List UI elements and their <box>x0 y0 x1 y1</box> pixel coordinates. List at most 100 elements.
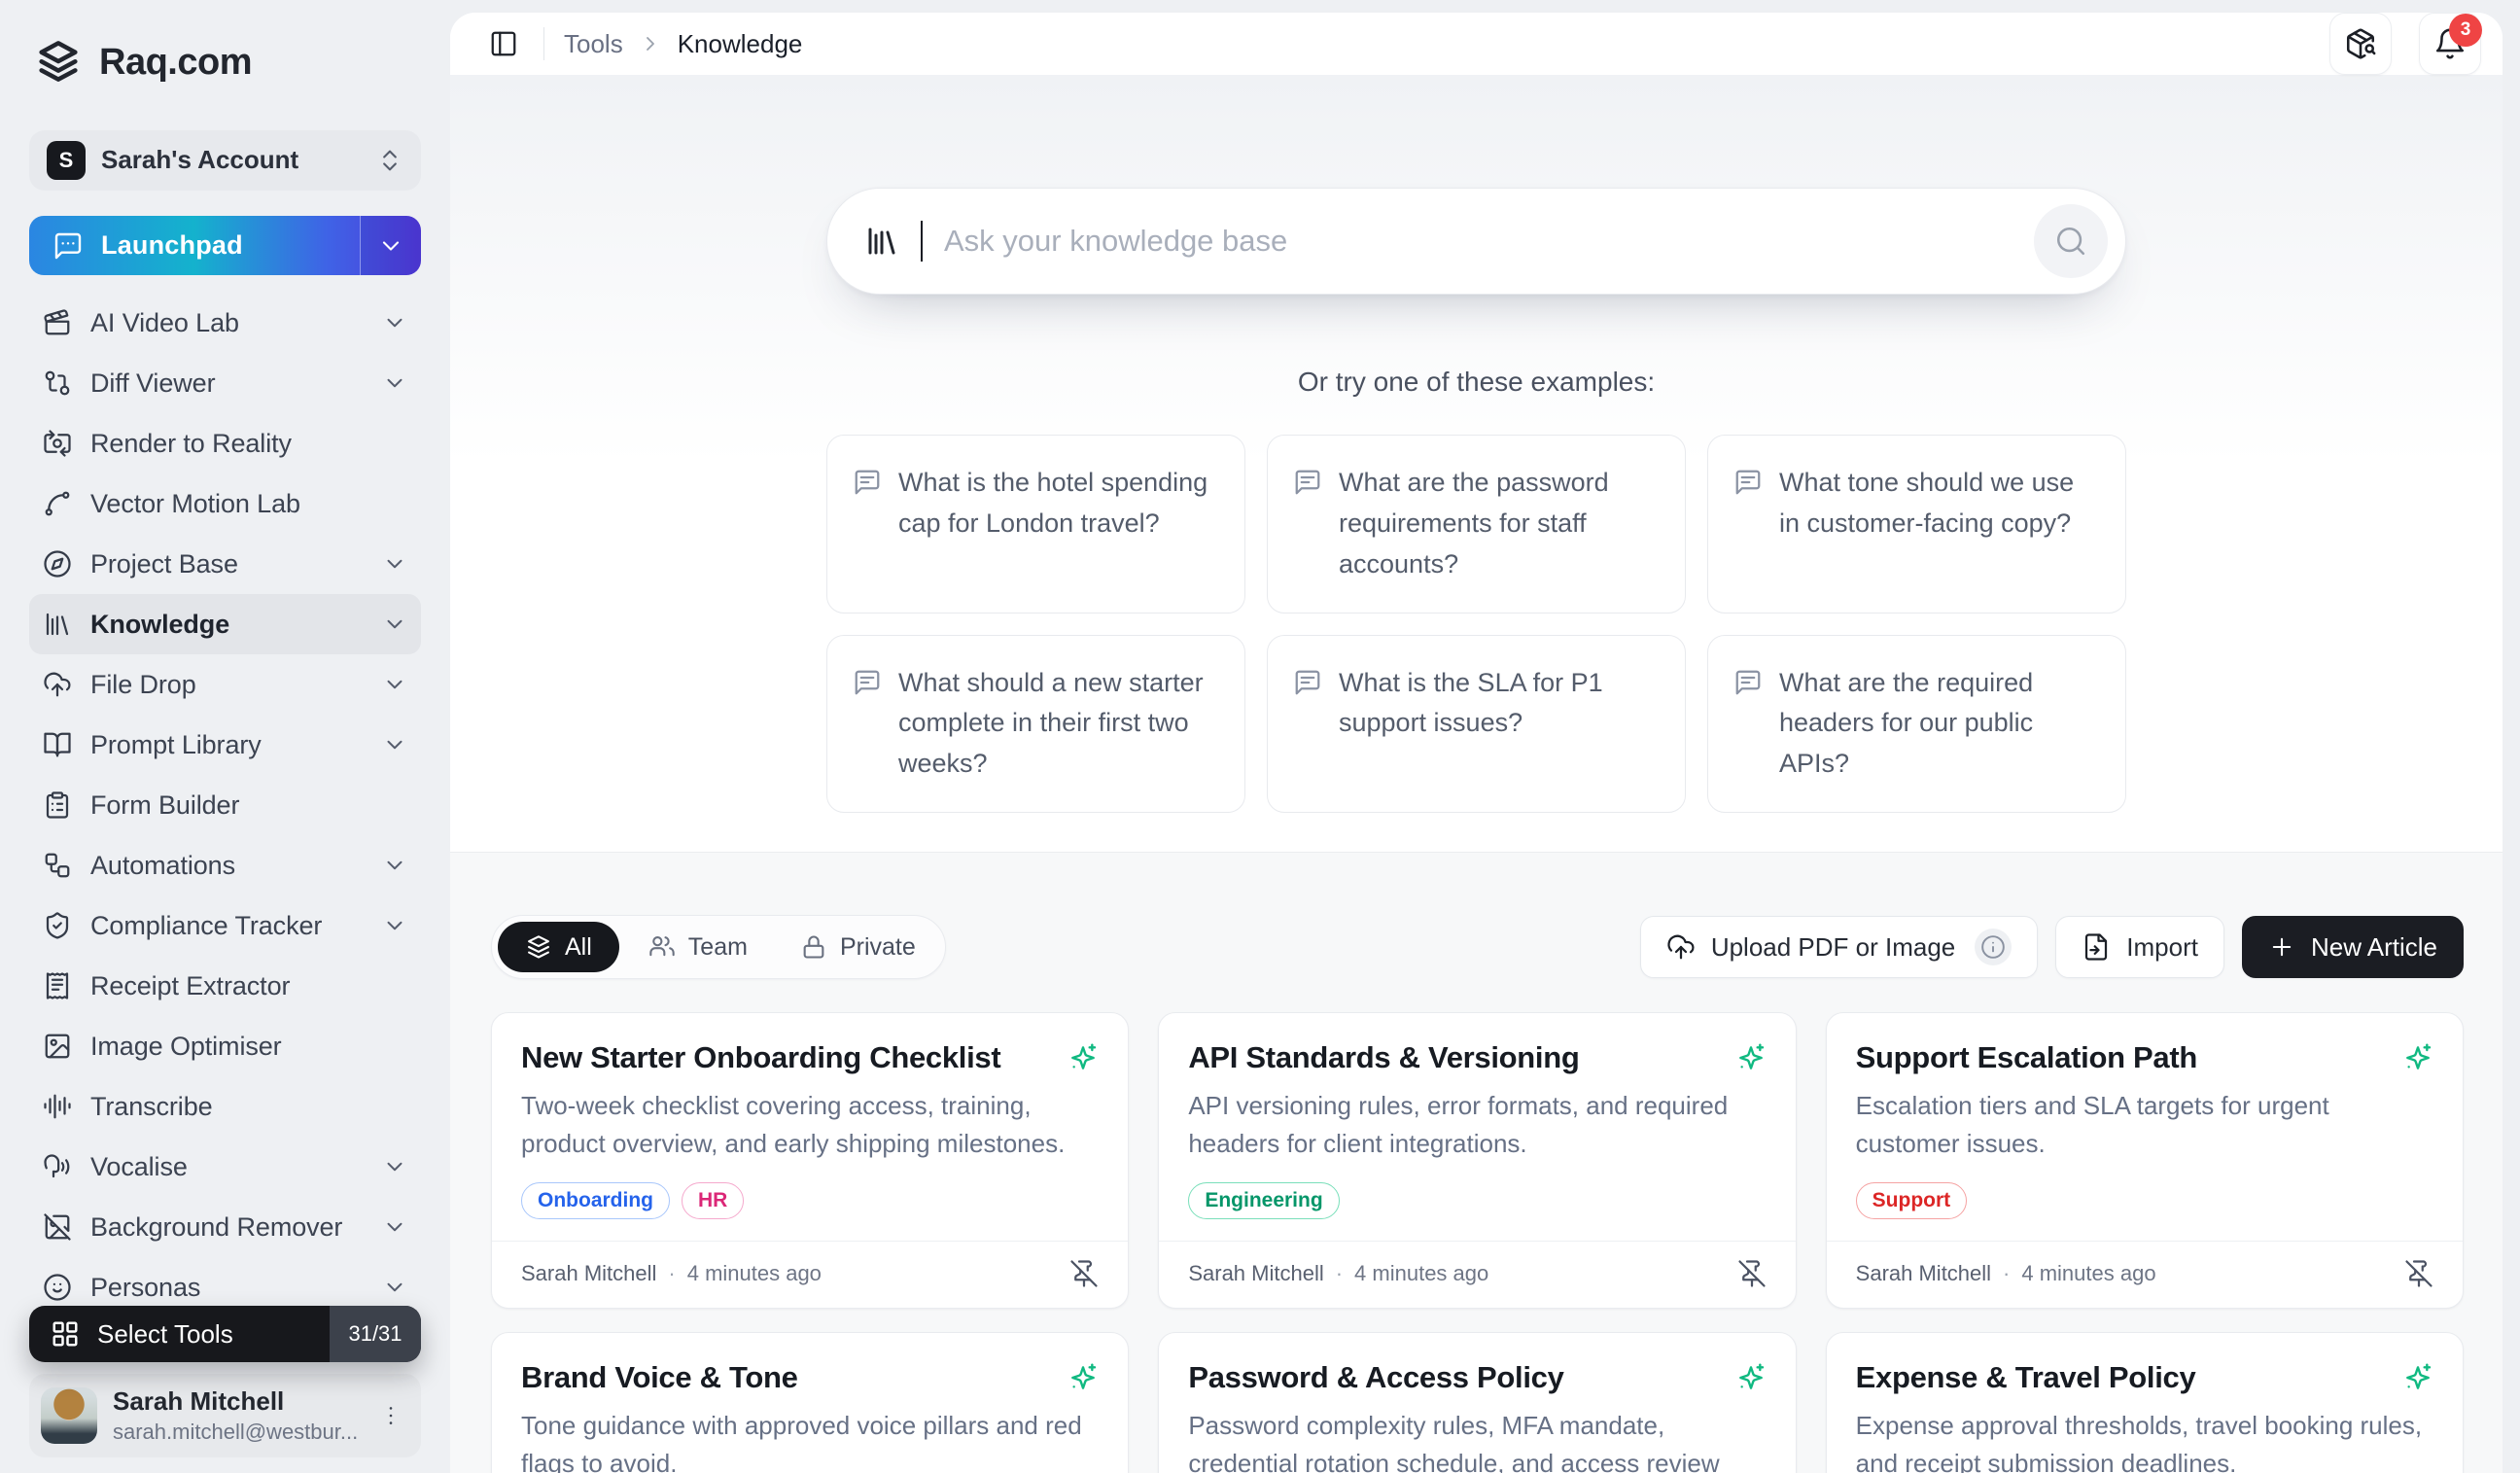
launchpad-button[interactable]: Launchpad <box>29 216 421 276</box>
cloud-upload-icon <box>43 670 72 699</box>
new-article-button[interactable]: New Article <box>2242 916 2464 978</box>
article-card[interactable]: New Starter Onboarding Checklist Two-wee… <box>491 1012 1129 1309</box>
article-author: Sarah Mitchell <box>1188 1261 1323 1286</box>
chevron-down-icon <box>382 732 407 757</box>
article-card[interactable]: Password & Access Policy Password comple… <box>1158 1332 1796 1473</box>
panel-left-icon <box>489 29 518 58</box>
example-question-card[interactable]: What is the hotel spending cap for Londo… <box>826 435 1245 614</box>
sidebar-item-automations[interactable]: Automations <box>29 835 421 895</box>
sparkles-icon[interactable] <box>1735 1362 1767 1393</box>
article-author: Sarah Mitchell <box>521 1261 656 1286</box>
sidebar-item-render-to-reality[interactable]: Render to Reality <box>29 413 421 473</box>
sidebar-item-image-optimiser[interactable]: Image Optimiser <box>29 1016 421 1076</box>
example-question-card[interactable]: What tone should we use in customer-faci… <box>1707 435 2126 614</box>
select-tools-button[interactable]: Select Tools 31/31 <box>29 1306 421 1362</box>
topbar: Tools Knowledge 3 <box>450 13 2502 75</box>
sparkles-icon[interactable] <box>1068 1042 1099 1073</box>
launchpad-expand-button[interactable] <box>361 216 421 276</box>
pin-off-icon[interactable] <box>1737 1259 1767 1288</box>
select-tools-count-badge: 31/31 <box>330 1306 421 1362</box>
clipboard-list-icon <box>43 790 72 820</box>
compass-icon <box>43 549 72 579</box>
pin-off-icon[interactable] <box>1069 1259 1099 1288</box>
example-question-card[interactable]: What are the required headers for our pu… <box>1707 635 2126 814</box>
sidebar-item-vocalise[interactable]: Vocalise <box>29 1137 421 1197</box>
article-title: Expense & Travel Policy <box>1856 1360 2196 1395</box>
tab-team[interactable]: Team <box>625 922 771 972</box>
sidebar-item-vector-motion-lab[interactable]: Vector Motion Lab <box>29 473 421 534</box>
knowledge-search-input[interactable] <box>944 224 2012 259</box>
article-description: Two-week checklist covering access, trai… <box>521 1087 1099 1163</box>
knowledge-hero: Or try one of these examples: What is th… <box>450 75 2502 852</box>
sparkles-icon[interactable] <box>1068 1362 1099 1393</box>
tag[interactable]: Onboarding <box>521 1182 670 1219</box>
main-panel: Tools Knowledge 3 <box>450 13 2502 1473</box>
sparkles-icon[interactable] <box>2402 1042 2433 1073</box>
info-icon[interactable] <box>1975 929 2012 965</box>
tab-private[interactable]: Private <box>777 922 939 972</box>
article-card[interactable]: API Standards & Versioning API versionin… <box>1158 1012 1796 1309</box>
sidebar-item-knowledge[interactable]: Knowledge <box>29 594 421 654</box>
chevron-down-icon <box>382 612 407 637</box>
app-root: Raq.com S Sarah's Account Launchpad <box>0 0 2520 1473</box>
article-title: Brand Voice & Tone <box>521 1360 798 1395</box>
tag[interactable]: HR <box>682 1182 744 1219</box>
sidebar-item-ai-video-lab[interactable]: AI Video Lab <box>29 293 421 353</box>
clapperboard-icon <box>43 308 72 337</box>
tag[interactable]: Engineering <box>1188 1182 1339 1219</box>
sparkles-icon[interactable] <box>2402 1362 2433 1393</box>
sparkles-icon[interactable] <box>1735 1042 1767 1073</box>
example-question-card[interactable]: What is the SLA for P1 support issues? <box>1267 635 1686 814</box>
user-email: sarah.mitchell@westbur... <box>113 1420 359 1445</box>
sidebar-item-file-drop[interactable]: File Drop <box>29 654 421 715</box>
example-question-card[interactable]: What are the password requirements for s… <box>1267 435 1686 614</box>
lock-icon <box>800 933 827 961</box>
import-button[interactable]: Import <box>2055 916 2224 978</box>
user-card[interactable]: Sarah Mitchell sarah.mitchell@westbur... <box>29 1374 421 1457</box>
article-card[interactable]: Support Escalation Path Escalation tiers… <box>1826 1012 2464 1309</box>
chevron-down-icon <box>382 310 407 335</box>
chevron-down-icon <box>377 232 404 260</box>
article-timestamp: 4 minutes ago <box>687 1261 822 1286</box>
example-question-card[interactable]: What should a new starter complete in th… <box>826 635 1245 814</box>
tab-all[interactable]: All <box>498 922 619 972</box>
account-avatar: S <box>47 141 86 180</box>
article-card[interactable]: Brand Voice & Tone Tone guidance with ap… <box>491 1332 1129 1473</box>
article-title: New Starter Onboarding Checklist <box>521 1040 1000 1075</box>
sidebar-item-project-base[interactable]: Project Base <box>29 534 421 594</box>
tag[interactable]: Support <box>1856 1182 1967 1219</box>
launchpad-main[interactable]: Launchpad <box>29 216 360 276</box>
search-submit-button[interactable] <box>2034 204 2108 278</box>
sidebar-item-form-builder[interactable]: Form Builder <box>29 775 421 835</box>
sidebar-item-prompt-library[interactable]: Prompt Library <box>29 715 421 775</box>
article-timestamp: 4 minutes ago <box>2021 1261 2155 1286</box>
sidebar-item-diff-viewer[interactable]: Diff Viewer <box>29 353 421 413</box>
knowledge-search-bar[interactable] <box>826 188 2126 295</box>
article-footer: Sarah Mitchell · 4 minutes ago <box>1827 1241 2463 1308</box>
sidebar-item-receipt-extractor[interactable]: Receipt Extractor <box>29 956 421 1016</box>
account-switcher[interactable]: S Sarah's Account <box>29 130 421 191</box>
library-icon <box>43 610 72 639</box>
kebab-menu-icon[interactable] <box>374 1399 407 1432</box>
sidebar-item-transcribe[interactable]: Transcribe <box>29 1076 421 1137</box>
pin-off-icon[interactable] <box>2404 1259 2433 1288</box>
receipt-icon <box>43 971 72 1000</box>
image-off-icon <box>43 1212 72 1242</box>
article-author: Sarah Mitchell <box>1856 1261 1991 1286</box>
upload-pdf-image-button[interactable]: Upload PDF or Image <box>1640 916 2038 978</box>
sidebar-nav: AI Video Lab Diff Viewer Render to Reali… <box>29 293 421 1317</box>
article-description: Escalation tiers and SLA targets for urg… <box>1856 1087 2433 1163</box>
article-library: All Team Private Upload PDF or Image <box>450 852 2502 1473</box>
examples-heading: Or try one of these examples: <box>826 367 2126 398</box>
sidebar-toggle-button[interactable] <box>483 23 524 64</box>
message-square-text-icon <box>853 468 882 585</box>
breadcrumb-tools[interactable]: Tools <box>564 29 623 59</box>
sidebar-item-background-remover[interactable]: Background Remover <box>29 1197 421 1257</box>
notifications-button[interactable]: 3 <box>2419 13 2481 75</box>
brand-logo: Raq.com <box>33 35 421 91</box>
sidebar: Raq.com S Sarah's Account Launchpad <box>0 0 450 1473</box>
sidebar-item-compliance-tracker[interactable]: Compliance Tracker <box>29 895 421 956</box>
package-search-button[interactable] <box>2329 13 2392 75</box>
message-square-text-icon <box>1733 668 1763 786</box>
article-card[interactable]: Expense & Travel Policy Expense approval… <box>1826 1332 2464 1473</box>
